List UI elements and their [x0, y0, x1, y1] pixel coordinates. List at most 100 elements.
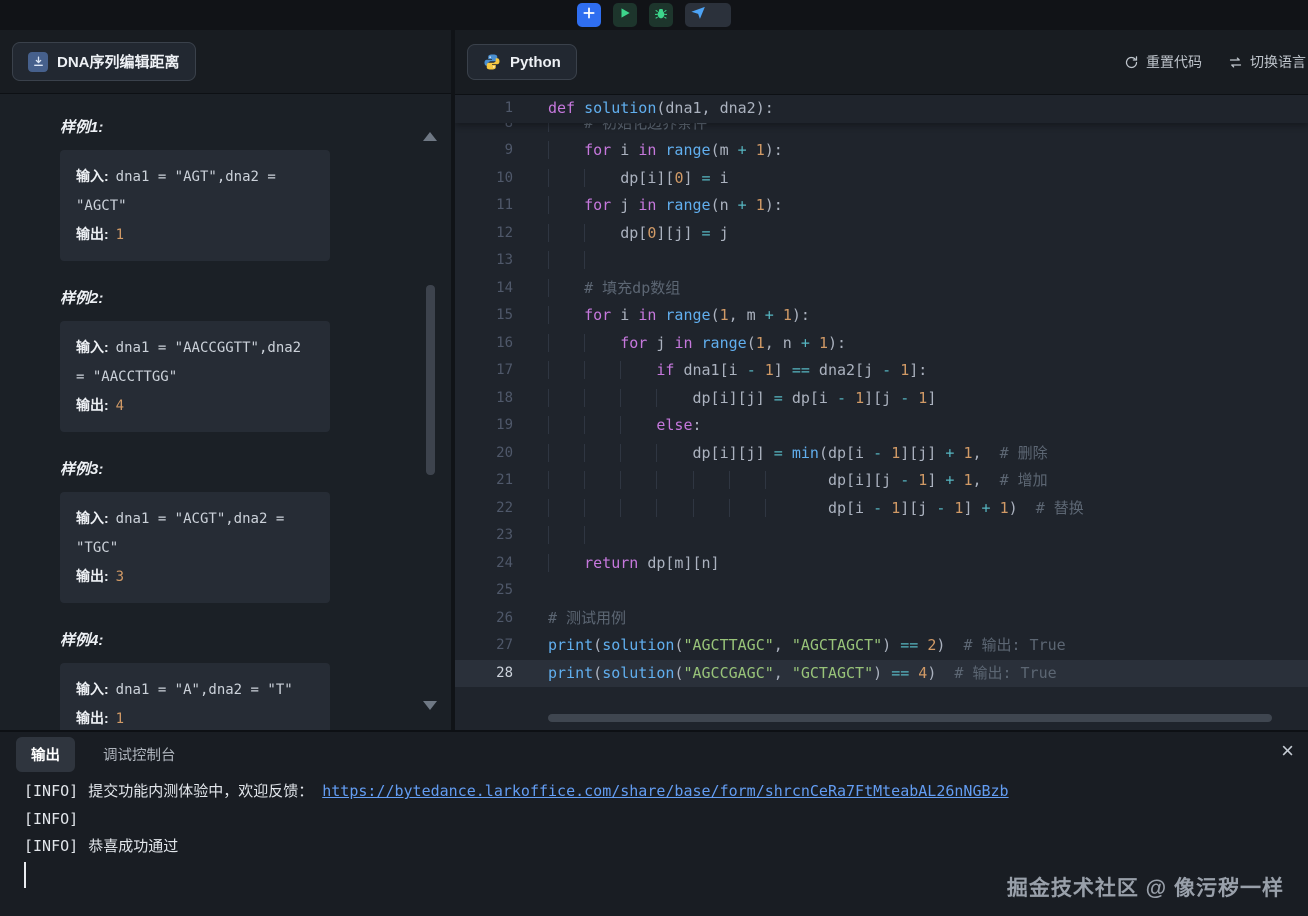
editor-actions: 重置代码 切换语言: [1124, 52, 1306, 72]
code-token: [882, 444, 891, 462]
python-logo-icon: [483, 53, 501, 71]
log-line: [INFO]: [24, 806, 1308, 834]
scroll-up-arrow[interactable]: [423, 132, 437, 141]
editor-panel: Python 重置代码 切换语言: [455, 30, 1308, 730]
code-token: def: [548, 99, 575, 117]
code-line[interactable]: 11 for j in range(n + 1):: [455, 192, 1308, 220]
output-value: 1: [116, 227, 124, 243]
code-token: # 替换: [1036, 499, 1084, 517]
line-number: 21: [455, 467, 513, 495]
code-line[interactable]: 25: [455, 577, 1308, 605]
code-token: dp[i][: [620, 169, 674, 187]
code-token: =: [774, 389, 783, 407]
code-token: [747, 141, 756, 159]
code-line-text: for i in range(1, m + 1):: [513, 302, 810, 330]
code-token: [747, 196, 756, 214]
code-token: solution: [602, 664, 674, 682]
input-label: 输入:: [76, 510, 109, 526]
indent-guide: [620, 444, 656, 462]
code-line[interactable]: 20 dp[i][j] = min(dp[i - 1][j] + 1, # 删除: [455, 440, 1308, 468]
indent-guide: [620, 471, 656, 489]
code-line[interactable]: 12 dp[0][j] = j: [455, 220, 1308, 248]
debug-button[interactable]: [649, 3, 673, 27]
code-token: ==: [891, 664, 909, 682]
code-line[interactable]: 10 dp[i][0] = i: [455, 165, 1308, 193]
code-token: (: [593, 636, 602, 654]
indent-guide: [548, 361, 584, 379]
reset-code-label: 重置代码: [1146, 52, 1202, 72]
code-token: ,: [774, 664, 792, 682]
indent-guide: [656, 499, 692, 517]
tab-output[interactable]: 输出: [16, 737, 75, 772]
example-block: 样例3: 输入:dna1 = "ACGT",dna2 = "TGC" 输出:3: [60, 458, 451, 603]
example-box: 输入:dna1 = "AACCGGTT",dna2 = "AACCTTGG" 输…: [60, 321, 330, 432]
feedback-link[interactable]: https://bytedance.larkoffice.com/share/b…: [322, 782, 1008, 800]
run-button[interactable]: [613, 3, 637, 27]
code-line[interactable]: 23: [455, 522, 1308, 550]
code-line[interactable]: 28 print(solution("AGCCGAGC", "GCTAGCT")…: [455, 660, 1308, 688]
code-line[interactable]: 9 for i in range(m + 1):: [455, 137, 1308, 165]
code-line-text: [513, 577, 548, 605]
code-token: ][j: [864, 389, 900, 407]
code-line[interactable]: 17 if dna1[i - 1] == dna2[j - 1]:: [455, 357, 1308, 385]
scroll-down-arrow[interactable]: [423, 701, 437, 710]
reset-code-button[interactable]: 重置代码: [1124, 52, 1202, 72]
code-token: [774, 306, 783, 324]
console-tabs: 输出 调试控制台: [0, 732, 1308, 776]
code-token: in: [638, 306, 656, 324]
switch-language-button[interactable]: 切换语言: [1228, 52, 1306, 72]
code-token: +: [738, 141, 747, 159]
code-line-text: dp[i - 1][j - 1] + 1) # 替换: [513, 495, 1084, 523]
example-output-line: 输出:4: [76, 391, 314, 420]
log-prefix: [INFO]: [24, 810, 78, 828]
code-token: j: [611, 196, 638, 214]
code-line[interactable]: 16 for j in range(1, n + 1):: [455, 330, 1308, 358]
code-token: [882, 499, 891, 517]
code-viewport[interactable]: 8 # 初始化边界条件 9 for i in range(m + 1): 10 …: [455, 123, 1308, 691]
code-line[interactable]: 14 # 填充dp数组: [455, 275, 1308, 303]
sticky-code-line[interactable]: 1 def solution(dna1, dna2):: [455, 95, 1308, 123]
code-editor[interactable]: 1 def solution(dna1, dna2): 8 # 初始化边界条件 …: [455, 95, 1308, 730]
line-number: 16: [455, 330, 513, 358]
code-line[interactable]: 8 # 初始化边界条件: [455, 123, 1308, 138]
code-line[interactable]: 21 dp[i][j - 1] + 1, # 增加: [455, 467, 1308, 495]
code-line[interactable]: 22 dp[i - 1][j - 1] + 1) # 替换: [455, 495, 1308, 523]
refresh-icon: [1124, 55, 1139, 70]
submit-button[interactable]: [685, 3, 731, 27]
code-line-text: [513, 522, 620, 550]
plus-icon: [582, 6, 596, 25]
output-label: 输出:: [76, 568, 109, 584]
example-output-line: 输出:1: [76, 220, 314, 249]
line-number: 27: [455, 632, 513, 660]
code-line[interactable]: 15 for i in range(1, m + 1):: [455, 302, 1308, 330]
code-token: ): [1009, 499, 1036, 517]
text-cursor: [24, 862, 26, 888]
code-line[interactable]: 24 return dp[m][n]: [455, 550, 1308, 578]
close-icon[interactable]: ×: [1281, 740, 1294, 762]
code-token: dp[i: [828, 499, 873, 517]
code-token: -: [873, 444, 882, 462]
code-line[interactable]: 19 else:: [455, 412, 1308, 440]
language-badge[interactable]: Python: [467, 44, 577, 80]
code-token: ]: [683, 169, 701, 187]
code-token: for: [584, 196, 611, 214]
indent-guide: [548, 279, 584, 297]
code-line[interactable]: 13: [455, 247, 1308, 275]
vertical-scrollbar-thumb[interactable]: [426, 285, 435, 475]
tab-debug-console[interactable]: 调试控制台: [103, 744, 176, 765]
code-line-text: print(solution("AGCCGAGC", "GCTAGCT") ==…: [513, 660, 1057, 688]
horizontal-scrollbar-thumb[interactable]: [548, 714, 1272, 722]
code-token: # 初始化边界条件: [584, 123, 707, 132]
code-token: -: [873, 499, 882, 517]
code-token: ,: [774, 636, 792, 654]
add-button[interactable]: [577, 3, 601, 27]
indent-guide: [548, 499, 584, 517]
indent-guide: [548, 416, 584, 434]
code-token: # 输出: True: [954, 664, 1056, 682]
indent-guide: [765, 471, 801, 489]
code-line[interactable]: 18 dp[i][j] = dp[i - 1][j - 1]: [455, 385, 1308, 413]
code-line[interactable]: 27 print(solution("AGCTTAGC", "AGCTAGCT"…: [455, 632, 1308, 660]
code-line[interactable]: 26 # 测试用例: [455, 605, 1308, 633]
code-token: =: [702, 224, 711, 242]
problem-title-badge[interactable]: DNA序列编辑距离: [12, 42, 196, 81]
